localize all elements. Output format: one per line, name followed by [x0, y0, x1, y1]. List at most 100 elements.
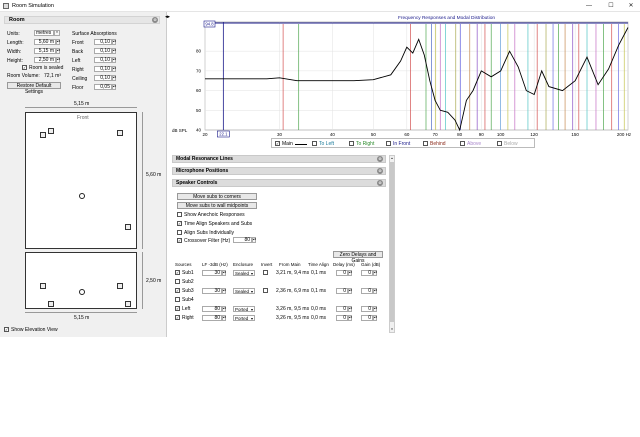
close-button[interactable]: ✕ [624, 2, 638, 10]
units-dropdown-icon[interactable]: ▾ [54, 30, 60, 36]
source-sub3-delay-spinner[interactable]: ▴▾ [348, 288, 352, 294]
source-right-gain-spinner[interactable]: ▴▾ [373, 315, 377, 321]
surface-back-input[interactable]: 0,10 [94, 48, 112, 54]
room-plan-view[interactable]: Front [25, 112, 137, 249]
show-elevation-checkbox[interactable]: ✓ [4, 327, 9, 332]
surface-left-spinner[interactable]: ▴▾ [112, 57, 116, 63]
surface-right-spinner[interactable]: ▴▾ [112, 66, 116, 72]
left-speaker-icon[interactable] [40, 132, 46, 138]
legend-to-right-checkbox[interactable] [349, 141, 354, 146]
source-sub3-invert-checkbox[interactable] [263, 288, 268, 293]
surface-floor-spinner[interactable]: ▴▾ [112, 84, 116, 90]
subwoofer-icon[interactable] [125, 224, 131, 230]
sub-elevation-icon[interactable] [125, 301, 131, 307]
surface-ceiling-input[interactable]: 0,10 [94, 75, 112, 81]
source-left-lf-input[interactable]: 80 [202, 306, 222, 312]
sub-elevation-icon[interactable] [40, 283, 46, 289]
legend-below-checkbox[interactable] [497, 141, 502, 146]
source-sub2-checkbox[interactable] [175, 279, 180, 284]
source-sub3-delay-input[interactable]: 0 [336, 288, 348, 294]
microphone-positions-header[interactable]: Microphone Positions [172, 167, 386, 175]
source-sub1-delay-spinner[interactable]: ▴▾ [348, 270, 352, 276]
source-sub1-checkbox[interactable]: ✓ [175, 270, 180, 275]
source-right-checkbox[interactable]: ✓ [175, 315, 180, 320]
surface-back-spinner[interactable]: ▴▾ [112, 48, 116, 54]
crossover-checkbox[interactable]: ✓ [177, 238, 182, 243]
move-subs-midpoints-button[interactable]: Move subs to wall midpoints [177, 202, 257, 209]
source-right-lf-spinner[interactable]: ▴▾ [222, 315, 226, 321]
maximize-button[interactable]: ☐ [604, 2, 618, 10]
sub-elevation-icon[interactable] [48, 301, 54, 307]
source-left-delay-input[interactable]: 0 [336, 306, 348, 312]
collapse-speaker-icon[interactable]: ⊗ [377, 180, 383, 186]
source-sub1-lf-spinner[interactable]: ▴▾ [222, 270, 226, 276]
align-individually-checkbox[interactable] [177, 230, 182, 235]
collapse-room-icon[interactable]: ⊗ [152, 17, 158, 23]
legend-in-front-checkbox[interactable] [386, 141, 391, 146]
source-left-checkbox[interactable]: ✓ [175, 306, 180, 311]
microphone-icon[interactable] [79, 289, 85, 295]
microphone-icon[interactable] [79, 193, 85, 199]
source-sub4-checkbox[interactable] [175, 297, 180, 302]
source-sub1-gain-input[interactable]: 0 [361, 270, 373, 276]
source-right-lf-input[interactable]: 80 [202, 315, 222, 321]
source-right-delay-input[interactable]: 0 [336, 315, 348, 321]
surface-left-input[interactable]: 0,10 [94, 57, 112, 63]
frequency-response-chart[interactable]: 80 70 60 50 40 dB SPL 20 30 40 50 60 70 80 90 100 120 15… [168, 12, 640, 152]
units-select[interactable]: metres [34, 30, 54, 36]
expand-mic-icon[interactable]: ⊗ [377, 168, 383, 174]
scroll-down-icon[interactable]: ▾ [390, 327, 394, 332]
source-right-delay-spinner[interactable]: ▴▾ [348, 315, 352, 321]
expand-modal-icon[interactable]: ⊗ [377, 156, 383, 162]
source-sub1-invert-checkbox[interactable] [263, 270, 268, 275]
surface-ceiling-spinner[interactable]: ▴▾ [112, 75, 116, 81]
source-sub3-gain-spinner[interactable]: ▴▾ [373, 288, 377, 294]
pane-splitter-arrows[interactable]: ◂▸ [165, 14, 170, 20]
surface-front-input[interactable]: 0,10 [94, 39, 112, 45]
move-subs-corners-button[interactable]: Move subs to corners [177, 193, 257, 200]
source-left-gain-input[interactable]: 0 [361, 306, 373, 312]
source-right-gain-input[interactable]: 0 [361, 315, 373, 321]
length-input[interactable]: 5,60 m [34, 39, 56, 45]
source-left-lf-spinner[interactable]: ▴▾ [222, 306, 226, 312]
source-sub1-lf-input[interactable]: 30 [202, 270, 222, 276]
time-align-checkbox[interactable]: ✓ [177, 221, 182, 226]
zero-delays-button[interactable]: Zero Delays and Gains [333, 251, 383, 264]
length-spinner[interactable]: ▴▾ [56, 39, 60, 45]
source-sub1-delay-input[interactable]: 0 [336, 270, 348, 276]
source-sub3-gain-input[interactable]: 0 [361, 288, 373, 294]
surface-right-input[interactable]: 0,10 [94, 66, 112, 72]
source-sub3-lf-spinner[interactable]: ▴▾ [222, 288, 226, 294]
source-sub3-lf-input[interactable]: 30 [202, 288, 222, 294]
room-panel-header[interactable]: Room [4, 16, 160, 24]
source-sub1-gain-spinner[interactable]: ▴▾ [373, 270, 377, 276]
source-sub1-enclosure-select[interactable]: Sealed [233, 270, 255, 276]
sub-elevation-icon[interactable] [117, 283, 123, 289]
source-left-enclosure-select[interactable]: Ported [233, 306, 255, 312]
speaker-controls-header[interactable]: Speaker Controls [172, 179, 386, 187]
source-sub3-enclosure-select[interactable]: Sealed [233, 288, 255, 294]
show-anechoic-checkbox[interactable] [177, 212, 182, 217]
room-elevation-view[interactable] [25, 252, 137, 309]
surface-floor-input[interactable]: 0,05 [94, 84, 112, 90]
crossover-input[interactable]: 80 [233, 237, 252, 243]
scrollbar-thumb[interactable] [390, 162, 394, 322]
height-input[interactable]: 2,50 m [34, 57, 56, 63]
width-input[interactable]: 5,15 m [34, 48, 56, 54]
height-spinner[interactable]: ▴▾ [56, 57, 60, 63]
source-right-enclosure-select[interactable]: Ported [233, 315, 255, 321]
legend-above-checkbox[interactable] [460, 141, 465, 146]
left-speaker-icon[interactable] [48, 128, 54, 134]
modal-resonance-lines-header[interactable]: Modal Resonance Lines [172, 155, 386, 163]
vertical-scrollbar[interactable]: ▴ ▾ [389, 155, 395, 333]
room-sealed-checkbox[interactable]: ✓ [22, 65, 27, 70]
scroll-up-icon[interactable]: ▴ [390, 156, 394, 161]
legend-main-checkbox[interactable]: ✓ [275, 141, 280, 146]
crossover-spinner[interactable]: ▴▾ [252, 237, 256, 243]
legend-to-left-checkbox[interactable] [312, 141, 317, 146]
width-spinner[interactable]: ▴▾ [56, 48, 60, 54]
right-speaker-icon[interactable] [117, 130, 123, 136]
source-sub3-checkbox[interactable]: ✓ [175, 288, 180, 293]
minimize-button[interactable]: — [582, 2, 596, 10]
surface-front-spinner[interactable]: ▴▾ [112, 39, 116, 45]
